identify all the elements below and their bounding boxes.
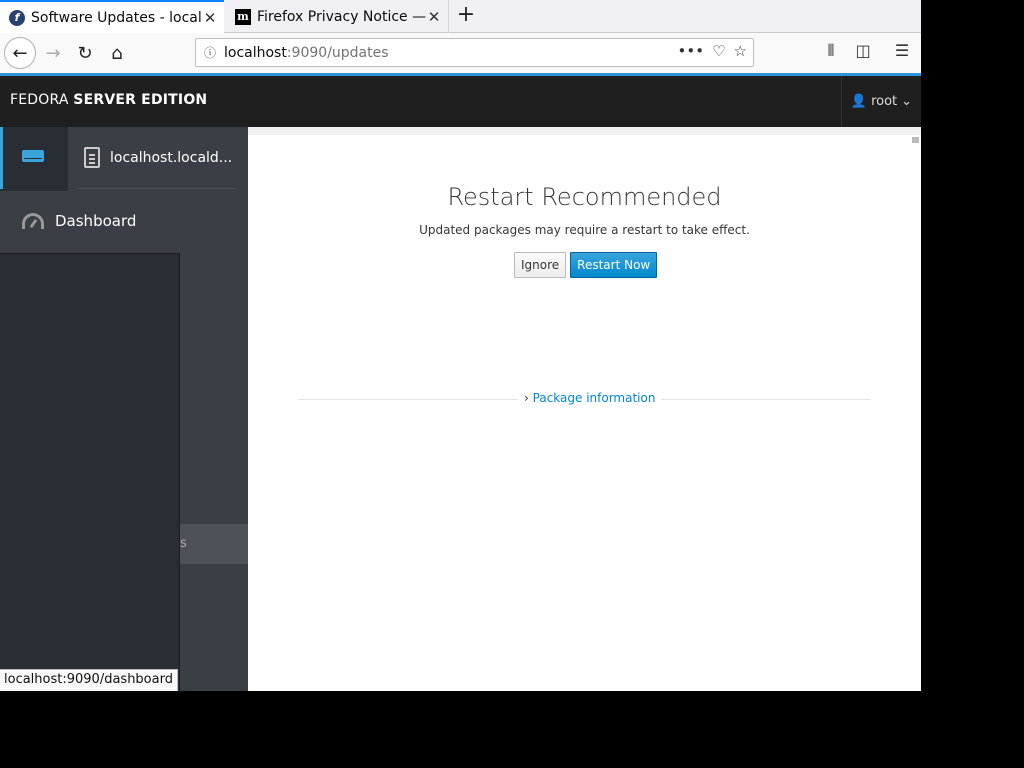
reload-button[interactable]: ↻ bbox=[69, 37, 101, 69]
ignore-button[interactable]: Ignore bbox=[514, 252, 567, 278]
package-information-toggle[interactable]: › Package information bbox=[518, 391, 662, 405]
pocket-icon[interactable]: ♡ bbox=[712, 42, 725, 60]
page-title: Restart Recommended bbox=[447, 183, 722, 211]
tab-strip: f Software Updates - localhost ✕ m Firef… bbox=[0, 0, 921, 33]
more-actions-icon[interactable]: ••• bbox=[678, 42, 705, 60]
url-bar[interactable]: ⓘ localhost:9090/updates ••• ♡ ☆ bbox=[195, 38, 754, 67]
button-group: Ignore Restart Now bbox=[514, 252, 658, 278]
user-name: root bbox=[871, 94, 898, 109]
nav-item-partial[interactable]: s bbox=[180, 524, 248, 564]
arrow-right-icon: → bbox=[45, 42, 61, 64]
mozilla-icon: m bbox=[235, 8, 251, 25]
document-icon bbox=[84, 147, 100, 168]
host-name[interactable]: localhost.locald... bbox=[84, 147, 232, 168]
nav-item-label: Dashboard bbox=[55, 212, 137, 230]
user-icon: 👤 bbox=[850, 94, 868, 109]
new-tab-button[interactable]: + bbox=[453, 3, 479, 29]
url-path: :9090/updates bbox=[286, 44, 389, 61]
main-content: Restart Recommended Updated packages may… bbox=[248, 127, 921, 691]
tab-title: Firefox Privacy Notice — Mozilla bbox=[257, 8, 426, 25]
cockpit-header: FEDORA SERVER EDITION 👤 root ⌄ bbox=[0, 76, 921, 127]
tab-title: Software Updates - localhost bbox=[31, 9, 202, 26]
brand-title: FEDORA SERVER EDITION bbox=[10, 92, 208, 108]
nav-item-dashboard[interactable]: Dashboard bbox=[0, 191, 180, 254]
bookmark-star-icon[interactable]: ☆ bbox=[734, 42, 747, 60]
host-switcher[interactable]: localhost.locald... bbox=[0, 127, 248, 191]
close-icon[interactable]: ✕ bbox=[202, 9, 218, 27]
user-menu[interactable]: 👤 root ⌄ bbox=[841, 76, 921, 127]
home-button[interactable]: ⌂ bbox=[101, 37, 133, 69]
library-icon[interactable]: ⫴ bbox=[820, 41, 842, 61]
sidebar-icon[interactable]: ◫ bbox=[852, 41, 874, 60]
nav-menu: Dashboard bbox=[0, 191, 180, 691]
tab-privacy-notice[interactable]: m Firefox Privacy Notice — Mozilla ✕ bbox=[226, 0, 449, 33]
chevron-down-icon: ⌄ bbox=[901, 94, 913, 109]
forward-button[interactable]: → bbox=[37, 37, 69, 69]
restart-message: Updated packages may require a restart t… bbox=[419, 223, 750, 237]
dashboard-icon bbox=[22, 213, 44, 229]
info-icon[interactable]: ⓘ bbox=[196, 44, 224, 61]
active-accent bbox=[0, 127, 3, 189]
url-host: localhost bbox=[224, 44, 287, 61]
divider bbox=[78, 188, 236, 189]
hamburger-menu-icon[interactable]: ☰ bbox=[891, 41, 913, 60]
nav-bar: ← → ↻ ⌂ ⓘ localhost:9090/updates ••• ♡ ☆… bbox=[0, 33, 921, 73]
arrow-left-icon: ← bbox=[12, 42, 28, 64]
reload-icon: ↻ bbox=[77, 42, 93, 64]
restart-now-button[interactable]: Restart Now bbox=[570, 252, 658, 278]
status-url: localhost:9090/dashboard bbox=[0, 669, 178, 691]
scrollbar[interactable] bbox=[912, 137, 919, 143]
home-icon: ⌂ bbox=[111, 42, 123, 64]
fedora-icon: f bbox=[9, 9, 25, 26]
host-icon-cell[interactable] bbox=[0, 127, 68, 191]
back-button[interactable]: ← bbox=[4, 37, 36, 69]
browser-window: f Software Updates - localhost ✕ m Firef… bbox=[0, 0, 921, 691]
tab-software-updates[interactable]: f Software Updates - localhost ✕ bbox=[0, 0, 224, 33]
server-icon bbox=[22, 150, 44, 162]
close-icon[interactable]: ✕ bbox=[426, 8, 442, 26]
chevron-right-icon: › bbox=[524, 391, 529, 405]
